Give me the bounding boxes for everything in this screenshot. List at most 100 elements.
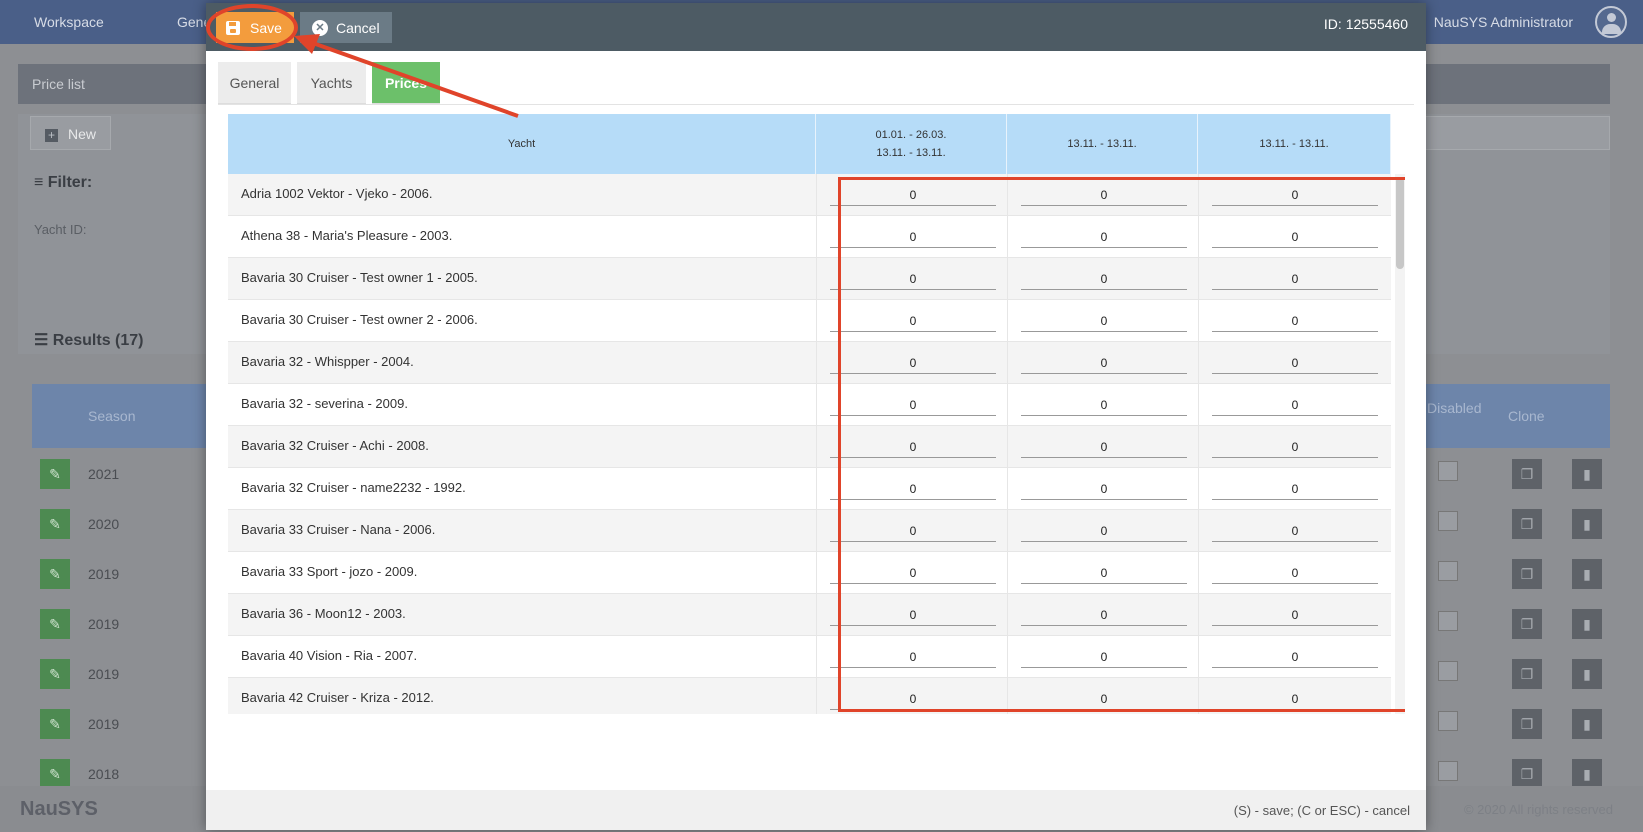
price-input[interactable] (830, 436, 996, 458)
pencil-icon[interactable]: ✎ (40, 609, 70, 639)
header-disabled[interactable]: Disabled (1427, 400, 1481, 416)
price-list-modal: Save ✕ Cancel ID: 12555460 General Yacht… (206, 3, 1426, 830)
yacht-name: Bavaria 42 Cruiser - Kriza - 2012. (241, 690, 434, 705)
trash-icon[interactable]: ▮ (1572, 609, 1602, 639)
price-input[interactable] (1021, 394, 1187, 416)
column-separator (816, 258, 817, 300)
trash-icon[interactable]: ▮ (1572, 659, 1602, 689)
yacht-name: Adria 1002 Vektor - Vjeko - 2006. (241, 186, 433, 201)
column-separator (1198, 510, 1199, 552)
copy-icon[interactable]: ❐ (1512, 459, 1542, 489)
cancel-button[interactable]: ✕ Cancel (300, 12, 392, 43)
disabled-checkbox[interactable] (1438, 511, 1458, 531)
price-input[interactable] (1021, 688, 1187, 710)
price-input[interactable] (1212, 184, 1378, 206)
new-button[interactable]: + New (30, 116, 112, 150)
copy-icon[interactable]: ❐ (1512, 759, 1542, 789)
column-separator (1007, 552, 1008, 594)
price-input[interactable] (1021, 604, 1187, 626)
trash-icon[interactable]: ▮ (1572, 459, 1602, 489)
price-input[interactable] (830, 520, 996, 542)
yacht-name: Bavaria 36 - Moon12 - 2003. (241, 606, 406, 621)
tab-general[interactable]: General (218, 62, 291, 104)
pencil-icon[interactable]: ✎ (40, 759, 70, 789)
user-icon[interactable] (1595, 6, 1627, 38)
price-input[interactable] (830, 394, 996, 416)
admin-name[interactable]: NauSYS Administrator (1434, 14, 1573, 30)
price-input[interactable] (830, 184, 996, 206)
copy-icon[interactable]: ❐ (1512, 659, 1542, 689)
disabled-checkbox[interactable] (1438, 561, 1458, 581)
price-input[interactable] (830, 268, 996, 290)
price-input[interactable] (1021, 226, 1187, 248)
price-input[interactable] (830, 478, 996, 500)
disabled-checkbox[interactable] (1438, 661, 1458, 681)
price-input[interactable] (1021, 520, 1187, 542)
tab-prices[interactable]: Prices (372, 62, 440, 104)
grid-header: Yacht 01.01. - 26.03. 13.11. - 13.11. 13.… (228, 114, 1391, 174)
price-input[interactable] (1212, 352, 1378, 374)
price-input[interactable] (1212, 310, 1378, 332)
price-input[interactable] (830, 352, 996, 374)
price-input[interactable] (1212, 394, 1378, 416)
yacht-name: Bavaria 32 - severina - 2009. (241, 396, 408, 411)
trash-icon[interactable]: ▮ (1572, 759, 1602, 789)
column-separator (1198, 384, 1199, 426)
price-input[interactable] (830, 604, 996, 626)
price-input[interactable] (1212, 562, 1378, 584)
tab-yachts[interactable]: Yachts (297, 62, 366, 104)
column-separator (816, 426, 817, 468)
copy-icon[interactable]: ❐ (1512, 559, 1542, 589)
price-input[interactable] (830, 646, 996, 668)
trash-icon[interactable]: ▮ (1572, 709, 1602, 739)
price-input[interactable] (1021, 478, 1187, 500)
trash-icon[interactable]: ▮ (1572, 559, 1602, 589)
price-input[interactable] (1021, 268, 1187, 290)
price-input[interactable] (1021, 352, 1187, 374)
disabled-checkbox[interactable] (1438, 761, 1458, 781)
price-input[interactable] (1212, 226, 1378, 248)
price-input[interactable] (830, 226, 996, 248)
trash-icon[interactable]: ▮ (1572, 509, 1602, 539)
pencil-icon[interactable]: ✎ (40, 709, 70, 739)
price-input[interactable] (1021, 184, 1187, 206)
pencil-icon[interactable]: ✎ (40, 559, 70, 589)
copy-icon[interactable]: ❐ (1512, 709, 1542, 739)
copy-icon[interactable]: ❐ (1512, 509, 1542, 539)
table-row: Bavaria 33 Cruiser - Nana - 2006. (228, 510, 1391, 552)
disabled-checkbox[interactable] (1438, 611, 1458, 631)
price-input[interactable] (1212, 604, 1378, 626)
yacht-name: Bavaria 33 Sport - jozo - 2009. (241, 564, 418, 579)
disabled-checkbox[interactable] (1438, 461, 1458, 481)
scrollbar-thumb[interactable] (1396, 177, 1404, 269)
nav-workspace[interactable]: Workspace (34, 14, 104, 30)
column-separator (1198, 594, 1199, 636)
price-input[interactable] (1021, 646, 1187, 668)
copy-icon[interactable]: ❐ (1512, 609, 1542, 639)
column-separator (816, 216, 817, 258)
pencil-icon[interactable]: ✎ (40, 659, 70, 689)
price-input[interactable] (1021, 562, 1187, 584)
price-input[interactable] (1212, 520, 1378, 542)
price-input[interactable] (1212, 268, 1378, 290)
price-input[interactable] (1021, 436, 1187, 458)
price-input[interactable] (1212, 436, 1378, 458)
price-input[interactable] (1212, 688, 1378, 710)
header-season[interactable]: Season (88, 408, 135, 424)
price-input[interactable] (830, 310, 996, 332)
disabled-checkbox[interactable] (1438, 711, 1458, 731)
save-button[interactable]: Save (216, 12, 294, 43)
price-input[interactable] (1212, 646, 1378, 668)
column-separator (1198, 678, 1199, 714)
column-separator (1198, 468, 1199, 510)
pencil-icon[interactable]: ✎ (40, 459, 70, 489)
column-separator (816, 678, 817, 714)
price-input[interactable] (830, 562, 996, 584)
price-input[interactable] (830, 688, 996, 710)
price-grid: Yacht 01.01. - 26.03. 13.11. - 13.11. 13.… (228, 114, 1405, 714)
pencil-icon[interactable]: ✎ (40, 509, 70, 539)
price-input[interactable] (1021, 310, 1187, 332)
row-season: 2019 (88, 716, 120, 732)
price-input[interactable] (1212, 478, 1378, 500)
column-separator (1007, 678, 1008, 714)
